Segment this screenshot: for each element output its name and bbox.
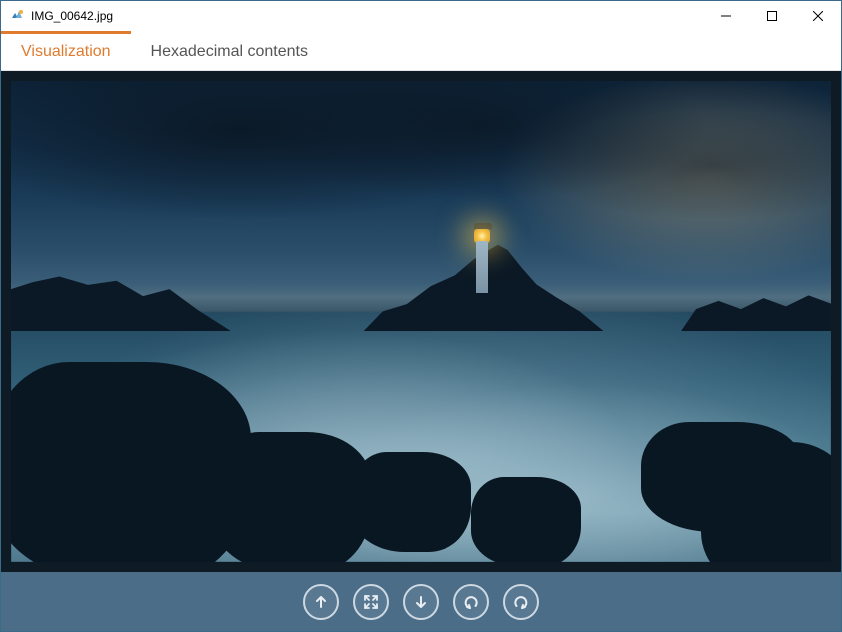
fullscreen-button[interactable] [353,584,389,620]
minimize-button[interactable] [703,1,749,31]
arrow-down-icon [413,594,429,610]
download-button[interactable] [403,584,439,620]
tab-label: Visualization [21,43,111,61]
tab-visualization[interactable]: Visualization [1,31,131,70]
expand-icon [363,594,379,610]
maximize-button[interactable] [749,1,795,31]
undo-icon [463,594,479,610]
window-controls [703,1,841,31]
image-canvas [11,81,831,562]
tabs: Visualization Hexadecimal contents [1,31,841,71]
redo-button[interactable] [503,584,539,620]
tab-label: Hexadecimal contents [151,43,308,61]
toolbar [1,572,841,631]
titlebar: IMG_00642.jpg [1,1,841,31]
redo-icon [513,594,529,610]
undo-button[interactable] [453,584,489,620]
window-title: IMG_00642.jpg [31,9,113,23]
arrow-up-icon [313,594,329,610]
app-icon [9,8,25,24]
image-viewer[interactable] [1,71,841,572]
close-button[interactable] [795,1,841,31]
tab-hexadecimal[interactable]: Hexadecimal contents [131,31,328,70]
upload-button[interactable] [303,584,339,620]
